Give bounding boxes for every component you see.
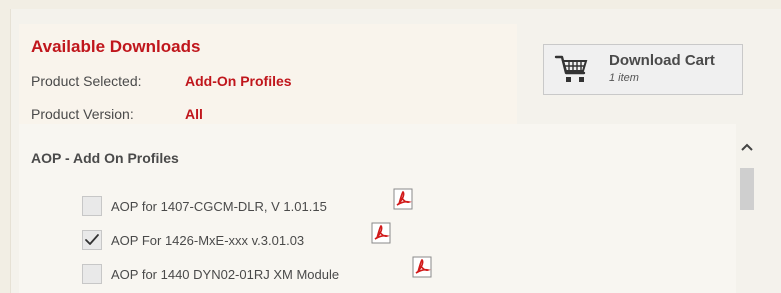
shopping-cart-icon [554,55,588,82]
left-border [0,0,10,293]
pdf-icon[interactable] [371,222,391,244]
scroll-thumb[interactable] [740,168,754,210]
pdf-icon[interactable] [393,188,413,210]
scroll-up-icon[interactable] [741,142,753,152]
download-summary: Available Downloads Product Selected: Ad… [19,24,517,124]
top-border [0,0,781,9]
product-version-row: Product Version: All [31,106,203,122]
checkmark-icon [85,234,99,245]
item-checkbox[interactable] [82,230,102,250]
list-item: AOP for 1407-CGCM-DLR, V 1.01.15 [82,188,502,218]
cart-title: Download Cart [609,52,715,69]
list-scrollbar[interactable] [736,124,757,293]
page-title: Available Downloads [31,37,201,56]
section-title: AOP - Add On Profiles [31,150,179,166]
item-checkbox[interactable] [82,264,102,284]
pdf-icon[interactable] [412,256,432,278]
list-item: AOP for 1440 DYN02-01RJ XM Module [82,256,502,286]
item-label[interactable]: AOP for 1440 DYN02-01RJ XM Module [111,267,339,282]
item-label[interactable]: AOP For 1426-MxE-xxx v.3.01.03 [111,233,304,248]
product-selected-row: Product Selected: Add-On Profiles [31,73,292,89]
product-list: AOP - Add On Profiles AOP for 1407-CGCM-… [19,124,736,293]
cart-item-count: 1 item [609,72,639,84]
product-version-label: Product Version: [31,106,134,122]
download-cart-button[interactable]: Download Cart 1 item [543,44,743,95]
product-version-value: All [185,106,203,122]
item-checkbox[interactable] [82,196,102,216]
product-selected-value: Add-On Profiles [185,73,292,89]
list-item: AOP For 1426-MxE-xxx v.3.01.03 [82,222,502,252]
item-label[interactable]: AOP for 1407-CGCM-DLR, V 1.01.15 [111,199,327,214]
product-selected-label: Product Selected: [31,73,142,89]
